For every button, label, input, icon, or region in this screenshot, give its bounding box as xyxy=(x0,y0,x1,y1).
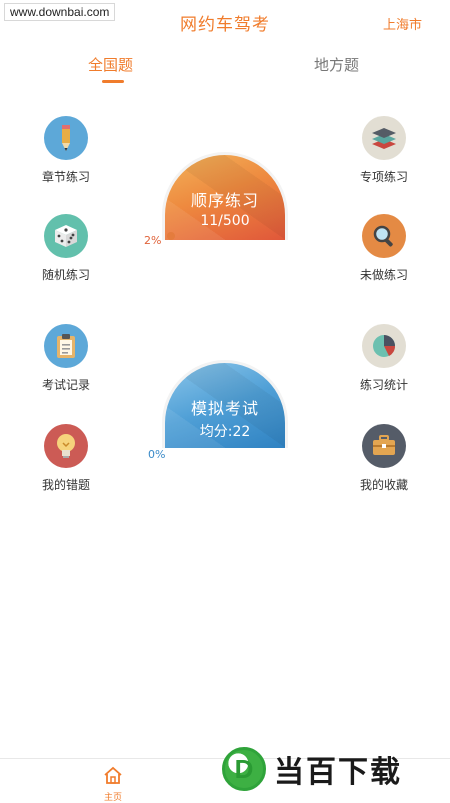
brand-logo: D xyxy=(222,747,266,791)
exam-record-button[interactable]: 考试记录 xyxy=(26,324,106,393)
brand-name: 当百下载 xyxy=(274,755,402,790)
practice-stats-button[interactable]: 练习统计 xyxy=(344,324,424,393)
exam-record-label: 考试记录 xyxy=(41,378,90,392)
active-tab-indicator xyxy=(102,80,124,83)
special-practice-button[interactable]: 专项练习 xyxy=(344,116,424,185)
wrong-questions-label: 我的错题 xyxy=(41,478,90,492)
tab-local[interactable]: 地方题 xyxy=(314,54,359,75)
progress-dot xyxy=(167,232,175,240)
undone-practice-label: 未做练习 xyxy=(359,268,408,282)
home-icon xyxy=(104,766,122,784)
layers-icon xyxy=(362,116,406,160)
search-icon xyxy=(362,214,406,258)
favorites-button[interactable]: 我的收藏 xyxy=(344,424,424,493)
nav-home[interactable]: 主页 xyxy=(96,765,130,803)
favorites-label: 我的收藏 xyxy=(359,478,408,492)
sequential-practice-button[interactable]: 顺序练习 11/500 xyxy=(162,152,288,240)
random-practice-button[interactable]: 随机练习 xyxy=(26,214,106,283)
header-bar: www.downbai.com 网约车驾考 上海市 xyxy=(0,0,450,44)
sequential-practice-progress: 11/500 xyxy=(200,213,250,229)
lightbulb-icon xyxy=(44,424,88,468)
clipboard-icon xyxy=(44,324,88,368)
random-practice-label: 随机练习 xyxy=(41,268,90,282)
sequential-practice-title: 顺序练习 xyxy=(190,191,259,210)
nav-home-label: 主页 xyxy=(103,793,122,803)
mock-exam-score: 均分:22 xyxy=(199,424,251,440)
briefcase-icon xyxy=(362,424,406,468)
special-practice-label: 专项练习 xyxy=(359,170,408,184)
chapter-practice-button[interactable]: 章节练习 xyxy=(26,116,106,185)
dice-icon xyxy=(44,214,88,258)
chapter-practice-label: 章节练习 xyxy=(41,170,90,184)
mock-exam-title: 模拟考试 xyxy=(190,399,259,418)
mock-exam-button[interactable]: 模拟考试 均分:22 xyxy=(162,360,288,448)
wrong-questions-button[interactable]: 我的错题 xyxy=(26,424,106,493)
brand-watermark: D 当百下载 xyxy=(222,744,444,794)
mock-exam-percent: 0% xyxy=(148,448,166,461)
sequential-percent: 2% xyxy=(144,234,162,247)
pencil-icon xyxy=(44,116,88,160)
tab-national[interactable]: 全国题 xyxy=(88,54,133,75)
practice-stats-label: 练习统计 xyxy=(359,378,408,392)
undone-practice-button[interactable]: 未做练习 xyxy=(344,214,424,283)
pie-chart-icon xyxy=(362,324,406,368)
city-selector[interactable]: 上海市 xyxy=(383,14,422,33)
